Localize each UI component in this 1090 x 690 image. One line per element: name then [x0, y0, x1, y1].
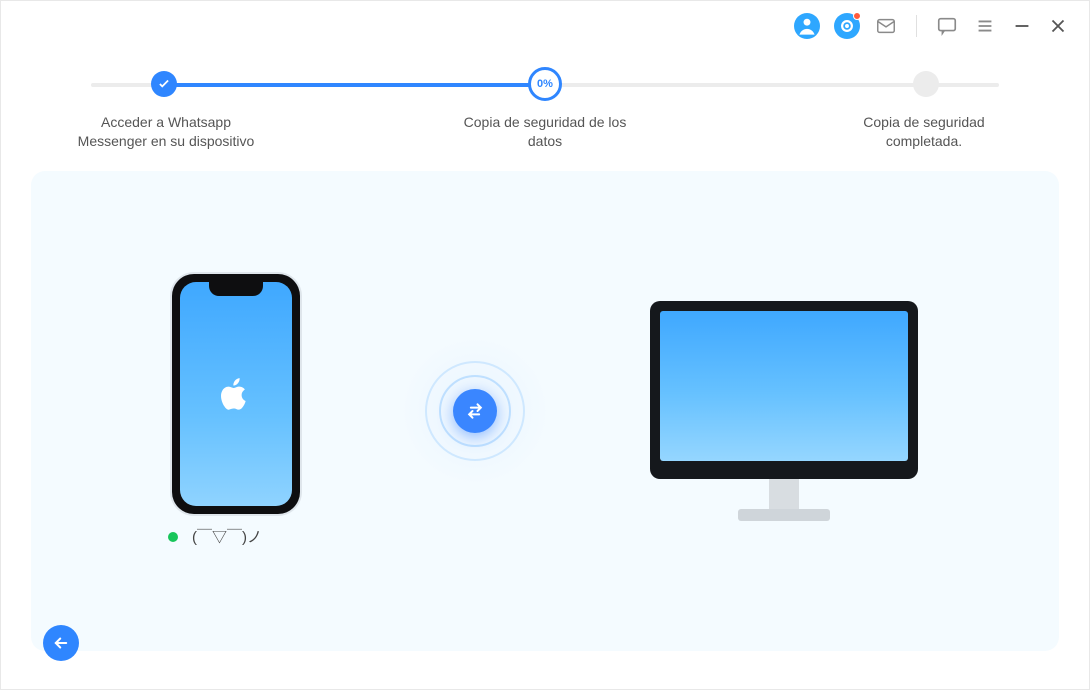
- target-device: [650, 301, 918, 521]
- back-button[interactable]: [43, 625, 79, 661]
- notification-dot-icon: [853, 12, 861, 20]
- close-button[interactable]: [1047, 15, 1069, 37]
- step-1-node: [151, 71, 177, 97]
- titlebar-separator: [916, 15, 917, 37]
- stepper-track-fill: [164, 83, 545, 87]
- minimize-button[interactable]: [1011, 15, 1033, 37]
- step-1-label: Acceder a Whatsapp Messenger en su dispo…: [51, 113, 281, 151]
- cloud-sync-icon[interactable]: [834, 13, 860, 39]
- feedback-icon[interactable]: [935, 14, 959, 38]
- step-2-label: Copia de seguridad de los datos: [430, 113, 660, 151]
- mail-icon[interactable]: [874, 14, 898, 38]
- step-2-node: 0%: [528, 71, 562, 101]
- transfer-indicator: [400, 336, 550, 486]
- transfer-panel: (￣▽￣)ノ: [31, 171, 1059, 651]
- device-name: (￣▽￣)ノ: [192, 526, 262, 547]
- titlebar: [1, 1, 1089, 51]
- apple-logo-icon: [221, 376, 251, 412]
- transfer-icon: [453, 389, 497, 433]
- step-2-percent: 0%: [537, 78, 553, 90]
- device-status: (￣▽￣)ノ: [168, 526, 262, 547]
- device-online-dot-icon: [168, 532, 178, 542]
- account-icon[interactable]: [794, 13, 820, 39]
- step-3-node: [913, 71, 939, 97]
- stepper: 0% Acceder a Whatsapp Messenger en su di…: [1, 51, 1089, 151]
- step-3-label: Copia de seguridad completada.: [809, 113, 1039, 151]
- monitor-illustration: [650, 301, 918, 479]
- phone-illustration: [172, 274, 300, 514]
- source-device: (￣▽￣)ノ: [172, 274, 300, 547]
- menu-icon[interactable]: [973, 14, 997, 38]
